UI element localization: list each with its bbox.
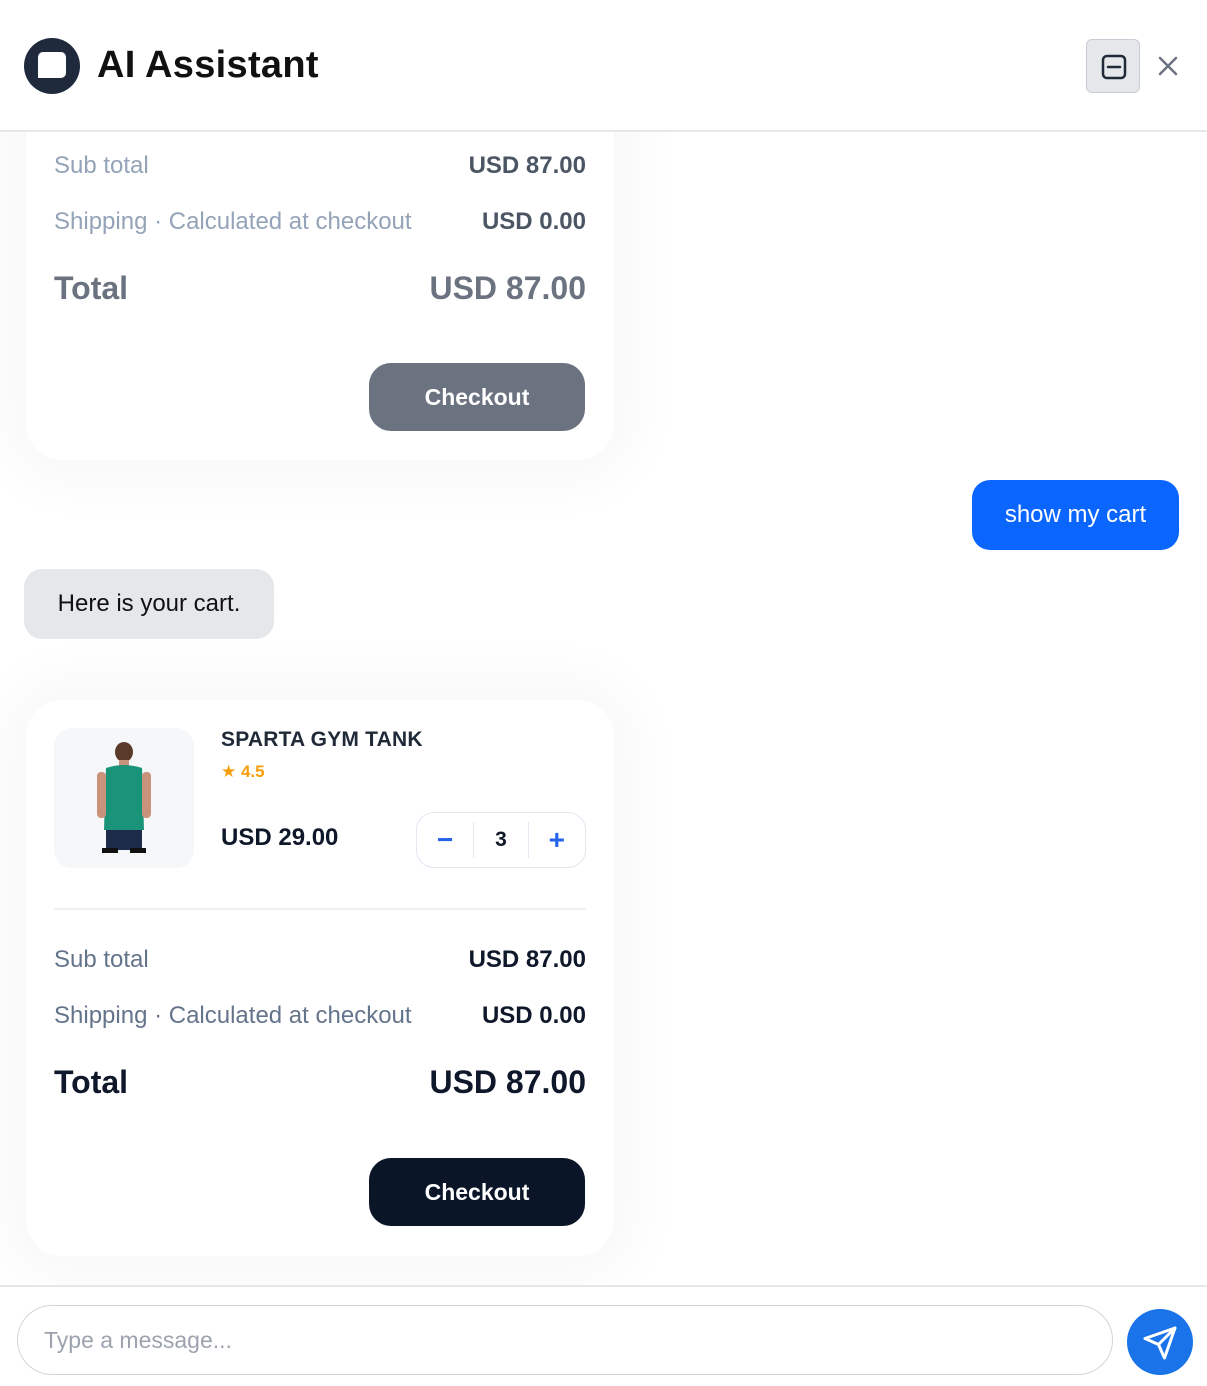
subtotal-value: USD 87.00 <box>468 152 586 179</box>
total-row: Total USD 87.00 <box>54 270 586 307</box>
product-rating: ★ 4.5 <box>221 762 265 781</box>
shipping-value: USD 0.00 <box>481 1002 586 1029</box>
total-row: Total USD 87.00 <box>54 1064 586 1101</box>
shipping-label: Shipping · Calculated at checkout <box>54 1002 412 1029</box>
shipping-value: USD 0.00 <box>481 208 586 235</box>
shipping-row: Shipping · Calculated at checkout USD 0.… <box>54 1002 586 1030</box>
message-input[interactable] <box>17 1305 1113 1375</box>
assistant-message: Here is your cart. <box>24 569 274 639</box>
previous-cart-card: Sub total USD 87.00 Shipping · Calculate… <box>26 132 614 460</box>
subtotal-label: Sub total <box>54 946 149 973</box>
quantity-stepper: − 3 + <box>416 812 586 868</box>
subtotal-value: USD 87.00 <box>468 946 586 973</box>
chat-header: AI Assistant <box>0 0 1207 132</box>
total-label: Total <box>54 1064 129 1100</box>
user-message: show my cart <box>972 480 1179 550</box>
shipping-row: Shipping · Calculated at checkout USD 0.… <box>54 208 586 236</box>
total-value: USD 87.00 <box>429 1064 586 1100</box>
checkout-button-disabled[interactable]: Checkout <box>369 363 585 431</box>
increment-button[interactable]: + <box>529 813 585 867</box>
shipping-label: Shipping · Calculated at checkout <box>54 208 412 235</box>
divider <box>54 908 586 910</box>
total-label: Total <box>54 270 129 306</box>
chat-messages[interactable]: Sub total USD 87.00 Shipping · Calculate… <box>0 132 1207 1285</box>
decrement-button[interactable]: − <box>417 813 473 867</box>
product-price: USD 29.00 <box>221 824 339 851</box>
subtotal-row: Sub total USD 87.00 <box>54 946 586 974</box>
subtotal-row: Sub total USD 87.00 <box>54 152 586 180</box>
send-button[interactable] <box>1127 1309 1193 1375</box>
subtotal-label: Sub total <box>54 152 149 179</box>
checkout-button[interactable]: Checkout <box>369 1158 585 1226</box>
total-value: USD 87.00 <box>429 270 586 306</box>
product-name[interactable]: SPARTA GYM TANK <box>221 728 423 752</box>
product-image[interactable] <box>54 728 194 868</box>
minimize-button[interactable] <box>1086 39 1140 93</box>
header-title: AI Assistant <box>97 44 319 86</box>
cart-card: SPARTA GYM TANK ★ 4.5 USD 29.00 − 3 + Su… <box>26 700 614 1256</box>
quantity-value: 3 <box>473 822 529 858</box>
product-photo <box>97 742 151 853</box>
chat-bubble-icon <box>24 38 80 94</box>
send-icon <box>1143 1326 1177 1360</box>
close-button[interactable] <box>1156 54 1180 78</box>
message-composer <box>0 1285 1207 1386</box>
close-icon <box>1158 56 1178 76</box>
minimize-icon <box>1101 54 1127 80</box>
